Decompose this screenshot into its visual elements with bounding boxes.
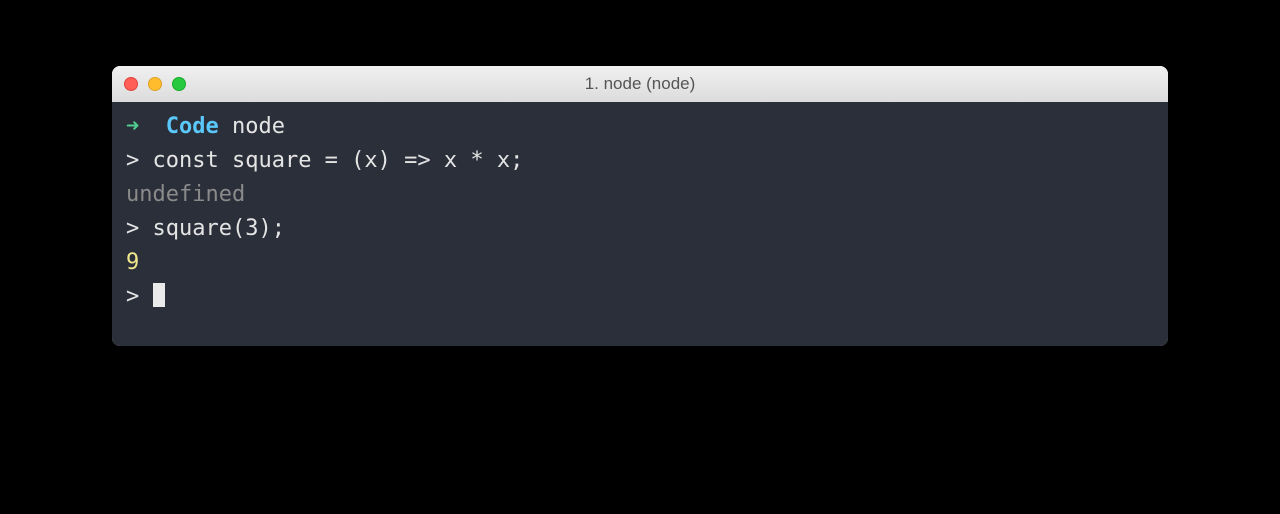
repl-code-input: const square = (x) => x * x; xyxy=(153,148,524,173)
cursor-icon xyxy=(153,283,165,307)
repl-input-line: > square(3); xyxy=(126,212,1154,246)
prompt-arrow-icon: ➜ xyxy=(126,114,139,139)
shell-prompt-line: ➜ Code node xyxy=(126,110,1154,144)
close-button[interactable] xyxy=(124,77,138,91)
repl-undefined-output: undefined xyxy=(126,182,245,207)
minimize-button[interactable] xyxy=(148,77,162,91)
repl-output-line: undefined xyxy=(126,178,1154,212)
maximize-button[interactable] xyxy=(172,77,186,91)
repl-prompt: > xyxy=(126,284,139,309)
repl-number-output: 9 xyxy=(126,250,139,275)
titlebar[interactable]: 1. node (node) xyxy=(112,66,1168,102)
current-directory: Code xyxy=(166,114,219,139)
terminal-body[interactable]: ➜ Code node > const square = (x) => x * … xyxy=(112,102,1168,346)
repl-code-input: square(3); xyxy=(153,216,285,241)
window-title: 1. node (node) xyxy=(585,74,696,94)
terminal-window: 1. node (node) ➜ Code node > const squar… xyxy=(112,66,1168,346)
traffic-lights xyxy=(124,77,186,91)
repl-prompt: > xyxy=(126,216,139,241)
repl-prompt: > xyxy=(126,148,139,173)
shell-command: node xyxy=(232,114,285,139)
repl-input-line: > const square = (x) => x * x; xyxy=(126,144,1154,178)
repl-output-line: 9 xyxy=(126,246,1154,280)
repl-current-line: > xyxy=(126,280,1154,314)
